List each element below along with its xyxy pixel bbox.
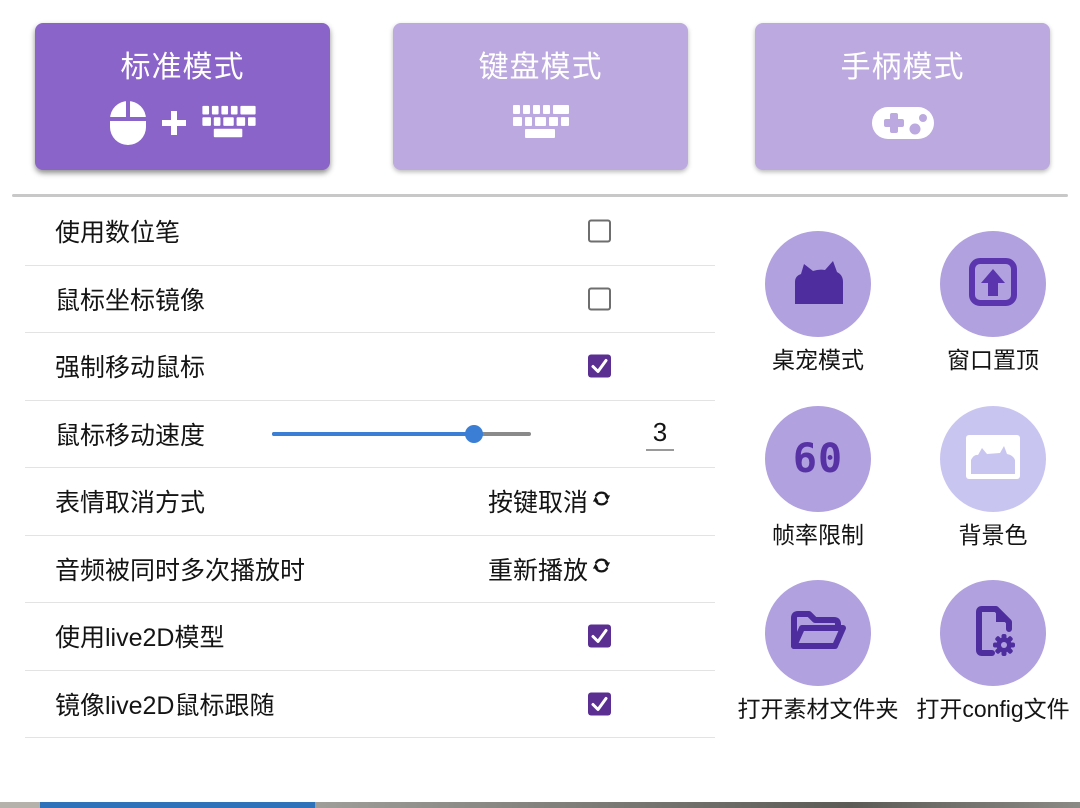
folder-open-icon <box>789 608 847 659</box>
keyboard-icon <box>510 103 572 148</box>
setting-label: 表情取消方式 <box>55 483 205 519</box>
setting-label: 鼠标坐标镜像 <box>55 281 205 317</box>
desktop-pet-mode-label: 桌宠模式 <box>718 341 918 375</box>
window-pin-button[interactable] <box>940 231 1046 337</box>
cycle-icon <box>591 554 612 583</box>
setting-row-force-move-mouse: 强制移动鼠标 <box>25 333 715 401</box>
tab-separator <box>12 194 1068 197</box>
setting-row-live2d-model: 使用live2D模型 <box>25 603 715 671</box>
setting-row-live2d-mirror-follow: 镜像live2D鼠标跟随 <box>25 671 715 739</box>
tab-gamepad-label: 手柄模式 <box>841 42 965 86</box>
desktop-pet-mode-button[interactable] <box>765 231 871 337</box>
setting-row-digitizer-pen: 使用数位笔 <box>25 198 715 266</box>
audio-replay-select[interactable]: 重新播放 <box>488 551 612 587</box>
fps-limit-button[interactable]: 60 <box>765 406 871 512</box>
window-pin-icon <box>967 256 1019 313</box>
setting-row-mouse-mirror: 鼠标坐标镜像 <box>25 266 715 334</box>
cycle-icon <box>591 487 612 516</box>
setting-label: 镜像live2D鼠标跟随 <box>55 686 274 722</box>
mouse-icon <box>108 99 148 152</box>
mouse-speed-slider[interactable] <box>272 425 531 443</box>
setting-label: 强制移动鼠标 <box>55 348 205 384</box>
image-icon <box>963 432 1023 487</box>
gamepad-icon <box>871 102 935 149</box>
settings-window: 标准模式 <box>0 0 1080 808</box>
setting-row-expression-cancel: 表情取消方式 按键取消 <box>25 468 715 536</box>
open-config-file-button[interactable] <box>940 580 1046 686</box>
background-window-edge <box>0 802 1080 808</box>
setting-row-audio-replay: 音频被同时多次播放时 重新播放 <box>25 536 715 604</box>
plus-icon <box>160 109 188 142</box>
fps-limit-label: 帧率限制 <box>718 516 918 550</box>
live2d-mirror-follow-checkbox[interactable] <box>588 692 611 715</box>
slider-fill <box>272 432 474 436</box>
live2d-model-checkbox[interactable] <box>588 625 611 648</box>
select-value: 重新播放 <box>488 551 588 587</box>
open-assets-folder-label: 打开素材文件夹 <box>718 690 918 724</box>
setting-row-mouse-speed: 鼠标移动速度 3 <box>25 401 715 469</box>
tab-keyboard-label: 键盘模式 <box>479 42 603 86</box>
setting-label: 鼠标移动速度 <box>55 416 205 452</box>
background-color-label: 背景色 <box>893 516 1080 550</box>
tab-standard-label: 标准模式 <box>121 42 245 86</box>
expression-cancel-select[interactable]: 按键取消 <box>488 483 612 519</box>
open-assets-folder-button[interactable] <box>765 580 871 686</box>
setting-label: 音频被同时多次播放时 <box>55 551 305 587</box>
cat-icon <box>787 258 849 311</box>
slider-thumb[interactable] <box>465 425 483 443</box>
edge-segment-left <box>0 802 40 808</box>
window-pin-label: 窗口置顶 <box>893 341 1080 375</box>
mouse-speed-value-field[interactable]: 3 <box>625 417 695 451</box>
keyboard-icon <box>200 104 258 147</box>
select-value: 按键取消 <box>488 483 588 519</box>
setting-label: 使用live2D模型 <box>55 618 224 654</box>
background-color-button[interactable] <box>940 406 1046 512</box>
open-config-file-label: 打开config文件 <box>893 690 1080 724</box>
tab-keyboard-mode[interactable]: 键盘模式 <box>393 23 688 170</box>
edge-segment-blue <box>40 802 315 808</box>
mouse-mirror-checkbox[interactable] <box>588 287 611 310</box>
digitizer-pen-checkbox[interactable] <box>588 220 611 243</box>
force-move-mouse-checkbox[interactable] <box>588 355 611 378</box>
file-gear-icon <box>968 603 1018 664</box>
edge-segment-gray <box>315 802 1080 808</box>
fps-badge: 60 <box>793 436 843 482</box>
setting-label: 使用数位笔 <box>55 213 180 249</box>
tab-gamepad-mode[interactable]: 手柄模式 <box>755 23 1050 170</box>
settings-list: 使用数位笔 鼠标坐标镜像 强制移动鼠标 鼠标移动速度 <box>25 198 715 738</box>
mouse-speed-value: 3 <box>646 417 674 451</box>
tab-standard-mode[interactable]: 标准模式 <box>35 23 330 170</box>
